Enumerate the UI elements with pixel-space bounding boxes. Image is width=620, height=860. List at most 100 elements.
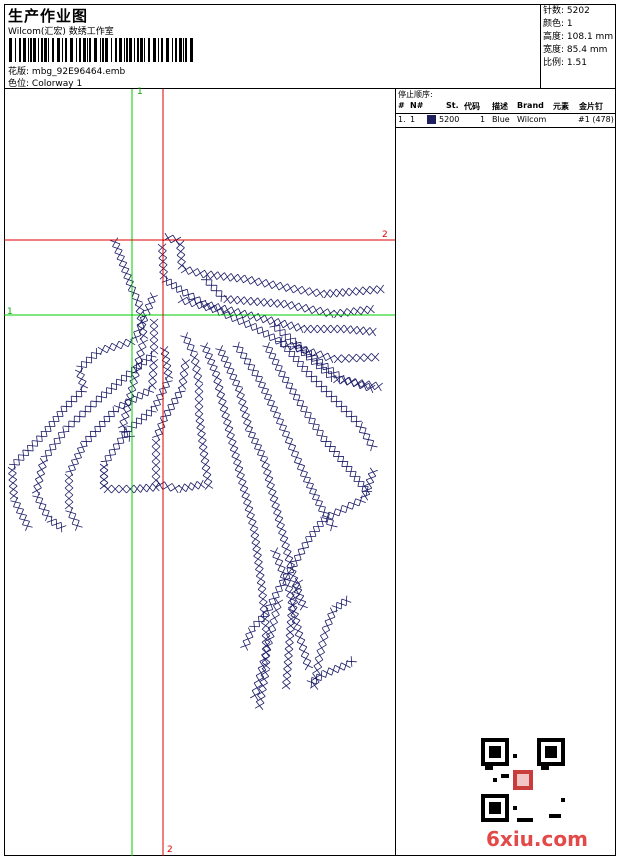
stitch-mark: [179, 366, 190, 374]
stitch-mark: [335, 288, 344, 297]
stitch-mark: [192, 360, 200, 370]
stitch-mark: [177, 484, 187, 492]
stitch-mark: [375, 381, 382, 392]
stitch-mark: [193, 298, 200, 310]
stitch-mark: [330, 391, 333, 402]
stitch-mark: [255, 568, 264, 577]
stat-height: 高度: 108.1 mm: [543, 32, 614, 42]
stitch-mark: [27, 444, 38, 447]
stitch-mark: [291, 301, 298, 311]
stitch-mark: [304, 660, 312, 671]
stitch-mark: [251, 276, 258, 286]
stitch-mark: [312, 666, 322, 674]
stitch-mark: [273, 504, 280, 514]
stitch-mark: [328, 667, 339, 674]
stitch-mark: [282, 675, 292, 683]
stitch-mark: [244, 274, 251, 285]
stop-sequence-panel: 停止顺序: # N# St. 代码 描述 Brand 元素 金片钉 1. 1 5…: [395, 89, 616, 856]
stitch-mark: [9, 492, 18, 500]
col-hash: #: [398, 101, 405, 110]
stitch-mark: [213, 372, 221, 383]
stitch-mark: [314, 652, 325, 659]
col-sequin: 金片钉: [579, 102, 603, 111]
stitch-mark: [195, 413, 204, 422]
stitch-mark: [305, 304, 313, 314]
stitch-mark: [189, 266, 197, 277]
stitch-mark: [320, 381, 323, 392]
stitch-mark: [175, 282, 178, 293]
stitch-mark: [176, 247, 185, 256]
stitch-mark: [22, 449, 34, 452]
stop-sequence-title: 停止顺序:: [398, 90, 433, 99]
stitch-mark: [127, 281, 134, 291]
stitch-mark: [139, 331, 148, 340]
stitch-mark: [309, 287, 317, 297]
stitch-mark: [264, 471, 272, 481]
stitch-mark: [76, 367, 84, 377]
stitch-mark: [290, 445, 297, 456]
stitch-mark: [287, 438, 294, 450]
stitch-mark: [245, 630, 256, 635]
sheet-title: 生产作业图: [8, 7, 89, 25]
stitch-paths: [7, 232, 385, 710]
stitch-mark: [210, 279, 213, 291]
stitch-mark: [244, 501, 252, 511]
stitch-mark: [287, 283, 294, 294]
stitch-mark: [179, 294, 186, 306]
stitch-mark: [194, 375, 203, 385]
stitch-mark: [226, 427, 234, 437]
stitch-mark: [263, 464, 270, 474]
stitch-mark: [368, 469, 378, 475]
stitch-mark: [324, 616, 336, 622]
col-desc: 描述: [492, 102, 508, 111]
stitch-mark: [63, 425, 75, 428]
stitch-mark: [338, 371, 340, 383]
stitch-mark: [60, 522, 63, 533]
stitch-mark: [125, 338, 136, 346]
stitch-mark: [284, 551, 292, 561]
green-guide-label-top: 1: [137, 87, 143, 97]
row-rule: [396, 127, 616, 128]
stitch-mark: [162, 358, 171, 368]
stitch-mark: [76, 390, 87, 393]
stitch-mark: [136, 346, 147, 353]
stitch-mark: [256, 574, 265, 584]
stitch-mark: [198, 439, 207, 449]
stitch-mark: [221, 407, 229, 417]
stitch-mark: [333, 309, 342, 318]
col-brand: Brand: [517, 101, 544, 110]
stitch-mark: [238, 474, 245, 484]
stitch-mark: [243, 494, 250, 504]
stitch-mark: [170, 278, 173, 290]
stitch-mark: [237, 273, 244, 284]
stitch-mark: [248, 514, 255, 524]
stitch-mark: [9, 463, 20, 466]
stitch-mark: [278, 524, 285, 534]
stitch-mark: [229, 441, 237, 451]
stop-sequence-header: # N# St. 代码 描述 Brand 元素 金片钉: [396, 101, 616, 113]
stitch-mark: [251, 684, 263, 691]
stitch-mark: [128, 431, 131, 442]
stitch-mark: [266, 477, 274, 487]
stitch-mark: [323, 289, 331, 298]
stitch-mark: [329, 289, 338, 298]
stitch-mark: [236, 387, 244, 397]
stitch-mark: [270, 298, 278, 308]
stitch-mark: [350, 411, 353, 422]
stitch-mark: [214, 379, 222, 390]
stitch-mark: [241, 407, 249, 417]
stitch-mark: [133, 327, 145, 333]
stitch-mark: [369, 327, 376, 337]
stitch-mark: [145, 483, 154, 492]
stitch-mark: [220, 290, 223, 302]
stitch-mark: [284, 580, 291, 591]
stitch-mark: [243, 414, 250, 424]
col-stitches: St.: [446, 101, 459, 110]
stitch-mark: [116, 249, 123, 260]
stitch-mark: [302, 653, 310, 664]
stitch-mark: [207, 354, 213, 364]
stitch-mark: [90, 400, 102, 403]
stitch-mark: [291, 321, 297, 332]
stitch-mark: [341, 662, 351, 669]
stitch-mark: [281, 682, 291, 690]
